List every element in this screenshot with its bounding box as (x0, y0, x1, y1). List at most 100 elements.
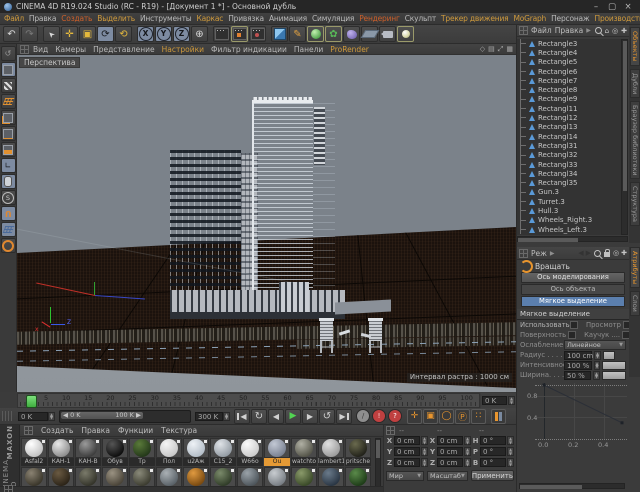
scale-tool-button[interactable]: ▣ (79, 26, 96, 42)
viewport-menu-item[interactable]: ProRender (330, 45, 369, 54)
timeline-ruler[interactable]: 0510152025303540455055606570758085909510… (17, 393, 480, 408)
object-list-scrollbar[interactable] (621, 39, 628, 235)
object-item[interactable]: Rectangl35 (517, 178, 621, 188)
axis-mode-button[interactable]: Ось объекта (521, 284, 625, 295)
viewport-solo-button[interactable] (0, 174, 16, 189)
object-item[interactable]: Rectangle9 (517, 94, 621, 105)
key-rotation-button[interactable]: ◯ (439, 408, 454, 424)
live-selection-button[interactable]: ➤ (43, 26, 60, 42)
render-settings-button[interactable] (231, 26, 248, 42)
minimize-button[interactable]: – (588, 1, 604, 13)
am-mode-menu[interactable]: Реж (531, 249, 547, 258)
object-item[interactable]: Rectangle8 (517, 85, 621, 95)
rotation-field[interactable]: 0 ° (480, 447, 506, 456)
stepper-icon[interactable] (593, 370, 600, 380)
object-item[interactable]: Rectangle6 (517, 66, 621, 77)
attribute-tab[interactable]: Атрибуты (630, 247, 640, 289)
rotation-header[interactable]: -- (479, 427, 484, 435)
object-item[interactable]: Wheels_Right.3 (517, 215, 621, 225)
attribute-tab[interactable]: Слои (630, 291, 640, 317)
material-item[interactable] (156, 467, 182, 487)
lock-icon[interactable] (604, 249, 611, 257)
pane-grid-icon[interactable]: ▦ (506, 45, 513, 54)
pane-swap-icon[interactable]: ◇ (480, 45, 485, 54)
points-mode-button[interactable] (0, 110, 16, 125)
menu-item[interactable]: Симуляция (312, 14, 354, 23)
stepper-icon[interactable] (223, 411, 230, 421)
viewport-menu-item[interactable]: Камеры (55, 45, 86, 54)
pane-maximize-icon[interactable]: ⤢ (498, 45, 504, 54)
stepper-icon[interactable] (464, 458, 471, 467)
deformer-button[interactable] (343, 26, 360, 42)
material-item[interactable]: pritsche (345, 438, 371, 466)
key-point-level-button[interactable]: ∷ (471, 408, 486, 424)
record-button[interactable]: ! (372, 409, 386, 423)
graph-hscrollbar[interactable] (519, 483, 625, 489)
subdivision-surface-button[interactable] (307, 26, 324, 42)
stepper-icon[interactable] (507, 447, 514, 456)
size-field[interactable]: 0 cm (437, 458, 463, 467)
material-item[interactable]: С15_2 (210, 438, 236, 466)
current-frame-field[interactable]: 0 K (18, 411, 48, 421)
stepper-icon[interactable] (421, 436, 428, 445)
material-item[interactable]: Обув (102, 438, 128, 466)
space-dropdown[interactable]: Мир (386, 470, 425, 481)
scrollbar-thumb[interactable] (520, 484, 582, 489)
redo-button[interactable]: ↷ (21, 26, 38, 42)
object-item[interactable]: Wheels_Left.3 (517, 224, 621, 235)
object-item[interactable]: Rectangle7 (517, 76, 621, 86)
filter-icon[interactable]: ◎ (612, 27, 618, 35)
om-menu-edit[interactable]: Правка (555, 26, 584, 35)
max-frame-field[interactable]: 300 K (195, 411, 223, 421)
menu-item[interactable]: Каркас (196, 14, 223, 23)
history-back-icon[interactable]: ◀ (578, 249, 583, 257)
previous-frame-button[interactable]: ◀ (268, 408, 284, 424)
y-axis-lock-button[interactable]: Y (155, 26, 172, 42)
object-item[interactable]: Rectangl31 (517, 141, 621, 151)
panel-grip-icon[interactable] (4, 485, 13, 492)
mode-dropdown[interactable]: Масштаб (427, 470, 468, 481)
manager-tab[interactable]: Дубли (630, 68, 640, 98)
om-menu-file[interactable]: Файл (531, 26, 552, 35)
material-item[interactable]: W66о (237, 438, 263, 466)
stepper-icon[interactable] (464, 447, 471, 456)
material-menu-item[interactable]: Создать (41, 426, 73, 435)
object-item[interactable]: Rectangl33 (517, 159, 621, 170)
search-icon[interactable] (594, 27, 602, 34)
width-field[interactable]: 50 % (564, 370, 592, 380)
maximize-button[interactable]: ▢ (604, 1, 620, 13)
viewport-menu-item[interactable]: Панели (294, 45, 323, 54)
material-item[interactable] (102, 467, 128, 487)
last-tool-button[interactable]: ⟲ (115, 26, 132, 42)
render-view-button[interactable] (213, 26, 230, 42)
apply-button[interactable]: Применить (470, 470, 514, 481)
undo-button[interactable]: ↶ (3, 26, 20, 42)
camera-button[interactable] (379, 26, 396, 42)
manager-tab[interactable]: Объекты (630, 27, 640, 66)
material-item[interactable] (264, 467, 290, 487)
manager-tab[interactable]: Структура (630, 182, 640, 227)
material-item[interactable] (237, 467, 263, 487)
move-tool-button[interactable]: ✛ (61, 26, 78, 42)
position-field[interactable]: 0 cm (394, 436, 420, 445)
falloff-dropdown[interactable]: Линейное (564, 340, 626, 350)
make-editable-button[interactable]: ↺ (0, 46, 16, 61)
loop-mode-button[interactable]: ↺ (319, 408, 335, 424)
menu-item[interactable]: Рендеринг (359, 14, 400, 23)
keying-settings-button[interactable] (491, 408, 506, 424)
object-item[interactable]: Rectangle3 (517, 39, 621, 49)
position-field[interactable]: 0 cm (394, 458, 420, 467)
perspective-viewport[interactable]: Вид Камеры Представление Настройки Фильтр ин… (17, 44, 516, 392)
mograph-button[interactable]: ✿ (325, 26, 342, 42)
goto-end-button[interactable]: ▶ (336, 408, 352, 424)
menu-item[interactable]: Производствен (595, 14, 640, 23)
playhead[interactable] (26, 395, 37, 408)
object-item[interactable]: Rectangl11 (517, 104, 621, 114)
object-item[interactable]: Rectangl32 (517, 150, 621, 160)
scrollbar-thumb[interactable] (518, 237, 578, 242)
preview-range-slider[interactable]: ◀ 0 K 100 K ▶ (59, 409, 191, 423)
viewport-menu-item[interactable]: Вид (33, 45, 48, 54)
panel-grip-icon[interactable] (519, 248, 528, 258)
rotation-field[interactable]: 0 ° (480, 458, 506, 467)
z-axis-lock-button[interactable]: Z (173, 26, 190, 42)
